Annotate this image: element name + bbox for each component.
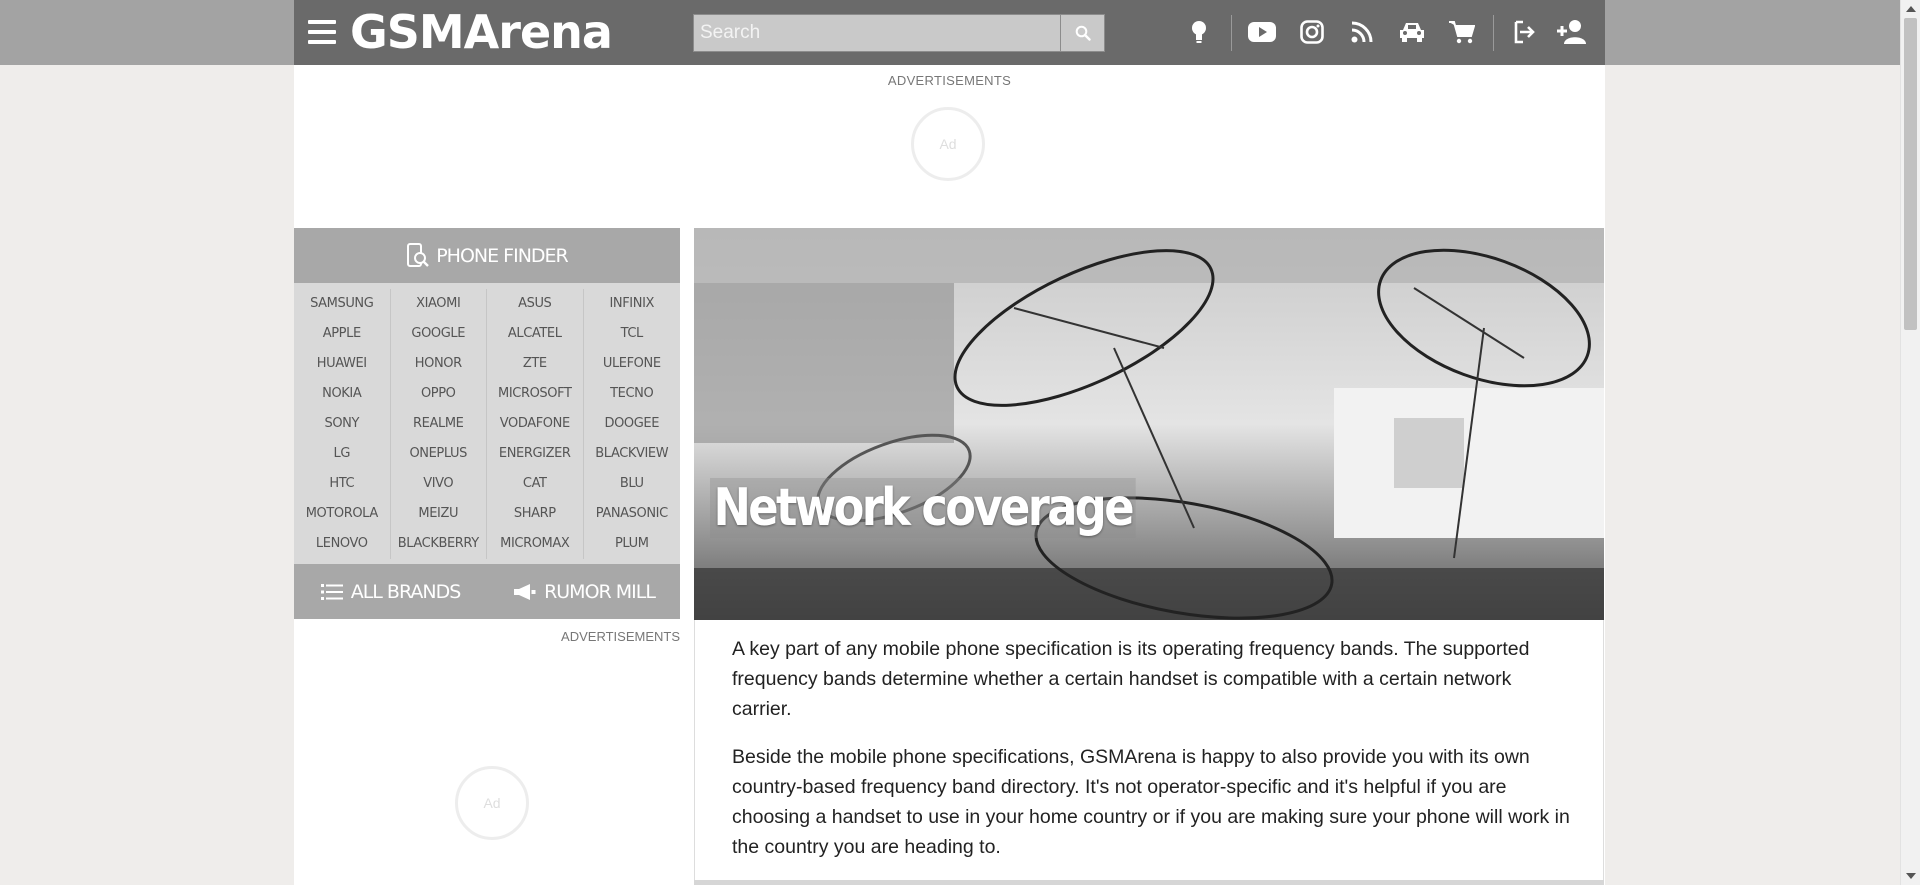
brand-link[interactable]: SONY: [294, 409, 390, 439]
youtube-icon[interactable]: [1245, 15, 1279, 49]
scrollbar-thumb[interactable]: [1904, 18, 1917, 330]
brand-link[interactable]: APPLE: [294, 319, 390, 349]
satellite-dishes-image: [694, 228, 1604, 620]
brand-link[interactable]: LG: [294, 439, 390, 469]
brand-link[interactable]: PLUM: [584, 529, 681, 559]
brand-link[interactable]: TECNO: [584, 379, 681, 409]
phone-finder-icon: [407, 242, 430, 267]
car-icon[interactable]: [1395, 15, 1429, 49]
brand-grid: SAMSUNG APPLE HUAWEI NOKIA SONY LG HTC MOTOROLA…: [294, 283, 680, 564]
brand-link[interactable]: REALME: [391, 409, 487, 439]
brand-link[interactable]: HUAWEI: [294, 349, 390, 379]
instagram-icon[interactable]: [1295, 15, 1329, 49]
brand-link[interactable]: PANASONIC: [584, 499, 681, 529]
article-title: Network coverage: [710, 478, 1136, 538]
brand-link[interactable]: ALCATEL: [487, 319, 583, 349]
brand-link[interactable]: LENOVO: [294, 529, 390, 559]
site-logo[interactable]: GSMArena: [350, 6, 613, 58]
phone-finder-footer: ALL BRANDS RUMOR MILL: [294, 564, 680, 619]
brand-link[interactable]: CAT: [487, 469, 583, 499]
article-paragraph: A key part of any mobile phone specifica…: [732, 638, 1530, 720]
search-box: [693, 14, 1105, 52]
brand-link[interactable]: NOKIA: [294, 379, 390, 409]
rumor-mill-button[interactable]: RUMOR MILL: [487, 564, 680, 619]
header-divider: [1231, 15, 1232, 51]
brand-link[interactable]: XIAOMI: [391, 289, 487, 319]
page-scrollbar[interactable]: [1900, 0, 1920, 885]
lightbulb-icon[interactable]: [1182, 15, 1216, 49]
menu-icon[interactable]: [308, 20, 336, 44]
brand-link[interactable]: ASUS: [487, 289, 583, 319]
list-icon: [320, 583, 343, 600]
phone-finder-title: PHONE FINDER: [436, 244, 569, 267]
brand-link[interactable]: ULEFONE: [584, 349, 681, 379]
brand-link[interactable]: VODAFONE: [487, 409, 583, 439]
scroll-down-icon[interactable]: [1906, 873, 1916, 879]
brand-link[interactable]: BLACKBERRY: [391, 529, 487, 559]
article-bottom-bar: [694, 880, 1604, 885]
header-divider: [1493, 15, 1494, 51]
hero-image: Network coverage: [694, 228, 1604, 620]
article-body: A key part of any mobile phone specifica…: [694, 620, 1604, 885]
add-user-icon[interactable]: [1555, 15, 1589, 49]
login-icon[interactable]: [1507, 15, 1541, 49]
brand-column: SAMSUNG APPLE HUAWEI NOKIA SONY LG HTC MOTOROLA…: [294, 289, 391, 559]
brand-link[interactable]: INFINIX: [584, 289, 681, 319]
megaphone-icon: [514, 583, 536, 600]
brand-link[interactable]: SAMSUNG: [294, 289, 390, 319]
search-input[interactable]: [694, 15, 1060, 51]
ad-placeholder-text: Ad: [939, 136, 957, 152]
brand-link[interactable]: MICROMAX: [487, 529, 583, 559]
brand-column: XIAOMI GOOGLE HONOR OPPO REALME ONEPLUS VIVO ME…: [391, 289, 487, 559]
ad-label: ADVERTISEMENTS: [561, 629, 680, 644]
ad-placeholder: Ad: [455, 766, 529, 840]
article-paragraph: Beside the mobile phone specifications, …: [732, 746, 1570, 858]
brand-link[interactable]: SHARP: [487, 499, 583, 529]
ad-placeholder: Ad: [911, 107, 985, 181]
scroll-up-icon[interactable]: [1906, 6, 1916, 12]
brand-link[interactable]: BLU: [584, 469, 681, 499]
phone-finder-panel: PHONE FINDER SAMSUNG APPLE HUAWEI NOKIA SONY…: [294, 228, 680, 619]
brand-link[interactable]: TCL: [584, 319, 681, 349]
ad-placeholder-text: Ad: [483, 795, 501, 811]
brand-column: ASUS ALCATEL ZTE MICROSOFT VODAFONE ENERGIZER…: [487, 289, 584, 559]
brand-link[interactable]: HONOR: [391, 349, 487, 379]
brand-link[interactable]: MOTOROLA: [294, 499, 390, 529]
rss-icon[interactable]: [1345, 15, 1379, 49]
brand-link[interactable]: ENERGIZER: [487, 439, 583, 469]
brand-link[interactable]: MEIZU: [391, 499, 487, 529]
ad-label: ADVERTISEMENTS: [887, 73, 1012, 88]
site-header: GSMArena: [294, 0, 1605, 65]
brand-link[interactable]: ONEPLUS: [391, 439, 487, 469]
all-brands-button[interactable]: ALL BRANDS: [294, 564, 487, 619]
brand-column: INFINIX TCL ULEFONE TECNO DOOGEE BLACKVIEW BLU…: [584, 289, 681, 559]
brand-link[interactable]: HTC: [294, 469, 390, 499]
brand-link[interactable]: OPPO: [391, 379, 487, 409]
cart-icon[interactable]: [1445, 15, 1479, 49]
rumor-mill-label: RUMOR MILL: [544, 580, 656, 603]
brand-link[interactable]: MICROSOFT: [487, 379, 583, 409]
search-button[interactable]: [1060, 15, 1104, 51]
brand-link[interactable]: VIVO: [391, 469, 487, 499]
brand-link[interactable]: ZTE: [487, 349, 583, 379]
brand-link[interactable]: BLACKVIEW: [584, 439, 681, 469]
phone-finder-header[interactable]: PHONE FINDER: [294, 228, 680, 283]
search-icon: [1075, 25, 1091, 41]
brand-link[interactable]: GOOGLE: [391, 319, 487, 349]
brand-link[interactable]: DOOGEE: [584, 409, 681, 439]
all-brands-label: ALL BRANDS: [350, 580, 462, 603]
